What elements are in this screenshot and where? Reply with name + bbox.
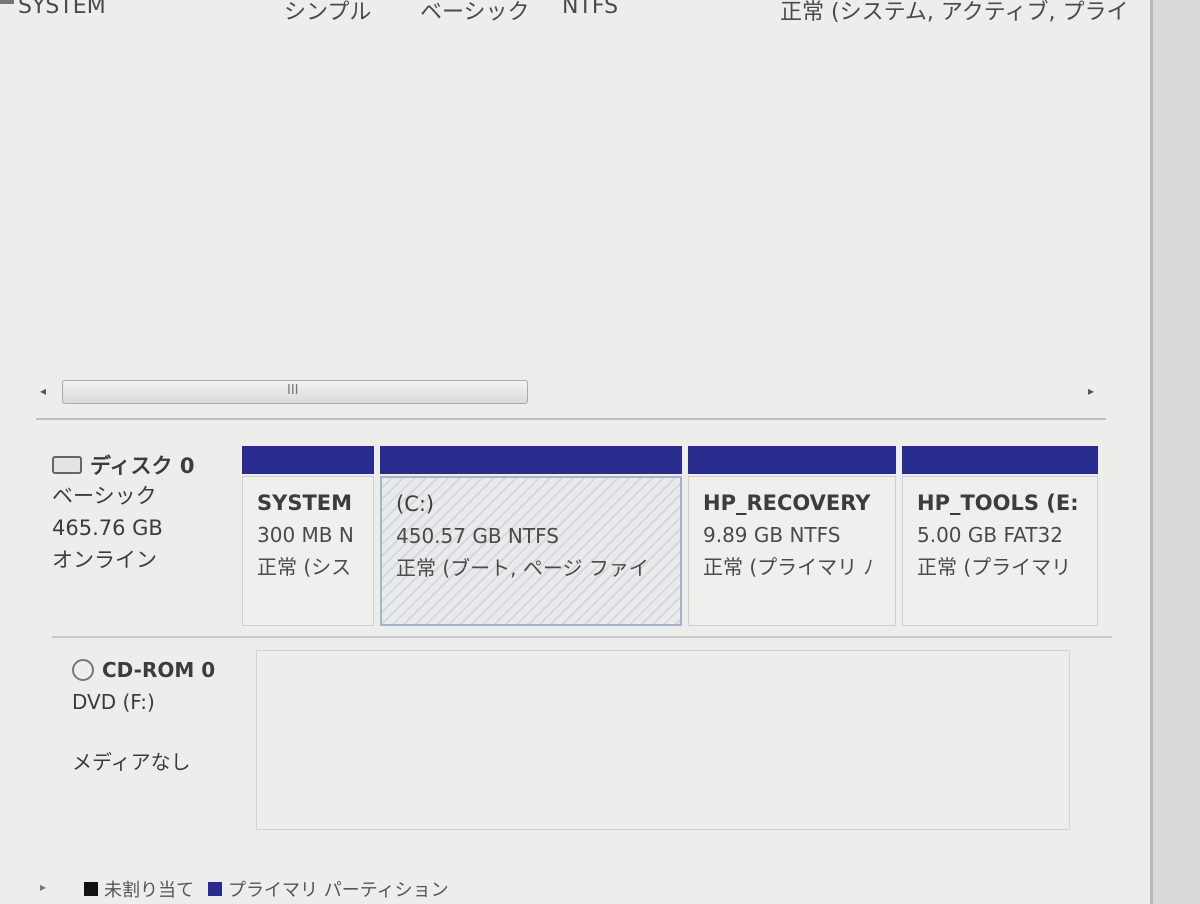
volume-name: SYSTEM — [18, 0, 106, 19]
legend-scroll-icon: ▸ — [40, 880, 47, 894]
disk-0-size: 465.76 GB — [52, 516, 163, 540]
partition-system[interactable]: SYSTEM 300 MB N 正常 (シス — [242, 446, 374, 626]
partition-size: 5.00 GB FAT32 — [917, 523, 1063, 547]
partition-c[interactable]: (C:) 450.57 GB NTFS 正常 (ブート, ページ ファイ — [380, 446, 682, 626]
volume-filesystem: NTFS — [562, 0, 619, 19]
partition-bar — [242, 446, 374, 474]
partition-bar — [380, 446, 682, 474]
disk-0-info[interactable]: ディスク 0 ベーシック 465.76 GB オンライン — [52, 450, 237, 576]
cdrom-0-volume-area[interactable] — [256, 650, 1070, 830]
partition-status: 正常 (シス — [257, 555, 352, 579]
legend: 未割り当て プライマリ パーティション — [84, 876, 449, 902]
partition-status: 正常 (プライマリ — [917, 555, 1072, 579]
cdrom-0-info[interactable]: CD-ROM 0 DVD (F:) メディアなし — [72, 654, 252, 778]
partition-size: 450.57 GB NTFS — [396, 524, 559, 548]
cdrom-0-media: メディアなし — [72, 750, 191, 774]
legend-unallocated: 未割り当て — [104, 880, 194, 901]
partition-name: SYSTEM — [257, 491, 353, 515]
unallocated-swatch — [84, 882, 98, 896]
pane-divider[interactable] — [36, 418, 1106, 420]
partition-status: 正常 (プライマリ ﾉ — [703, 555, 874, 579]
partition-hp-recovery[interactable]: HP_RECOVERY 9.89 GB NTFS 正常 (プライマリ ﾉ — [688, 446, 896, 626]
cdrom-0-drive: DVD (F:) — [72, 690, 155, 714]
disk-0-state: オンライン — [52, 548, 157, 572]
scroll-right-arrow-icon[interactable]: ▸ — [1088, 384, 1094, 398]
volume-status: 正常 (システム, アクティブ, プライ — [780, 0, 1129, 25]
partition-size: 300 MB N — [257, 523, 354, 547]
volume-layout: シンプル — [284, 0, 372, 25]
legend-primary: プライマリ パーティション — [228, 880, 449, 901]
partition-hp-tools[interactable]: HP_TOOLS (E: 5.00 GB FAT32 正常 (プライマリ — [902, 446, 1098, 626]
partition-bar — [688, 446, 896, 474]
scrollbar-thumb[interactable]: III — [62, 380, 528, 404]
disk-management-window: SYSTEM シンプル ベーシック NTFS 正常 (システム, アクティブ, … — [0, 0, 1153, 904]
disk-0-title: ディスク 0 — [90, 454, 195, 478]
disk-separator — [52, 636, 1112, 638]
cdrom-0-title: CD-ROM 0 — [102, 658, 216, 682]
partition-name: HP_TOOLS (E: — [917, 491, 1079, 515]
cd-drive-icon — [72, 659, 94, 681]
hard-disk-icon — [52, 456, 82, 474]
disk-0-type: ベーシック — [52, 484, 157, 508]
scrollbar-grip-icon: III — [287, 383, 299, 398]
partition-bar — [902, 446, 1098, 474]
disk-0-partition-map: SYSTEM 300 MB N 正常 (シス (C:) 450.57 GB NT… — [242, 446, 1098, 626]
partition-status: 正常 (ブート, ページ ファイ — [396, 556, 649, 580]
horizontal-scrollbar[interactable]: ◂ III ▸ — [36, 378, 1106, 406]
partition-size: 9.89 GB NTFS — [703, 523, 841, 547]
partition-name: HP_RECOVERY — [703, 491, 871, 515]
volume-list-row[interactable]: SYSTEM シンプル ベーシック NTFS 正常 (システム, アクティブ, … — [0, 0, 1140, 25]
volume-type: ベーシック — [420, 0, 530, 25]
primary-swatch — [208, 882, 222, 896]
scroll-left-arrow-icon[interactable]: ◂ — [40, 384, 46, 398]
partition-name: (C:) — [396, 492, 435, 516]
volume-icon — [0, 0, 14, 4]
